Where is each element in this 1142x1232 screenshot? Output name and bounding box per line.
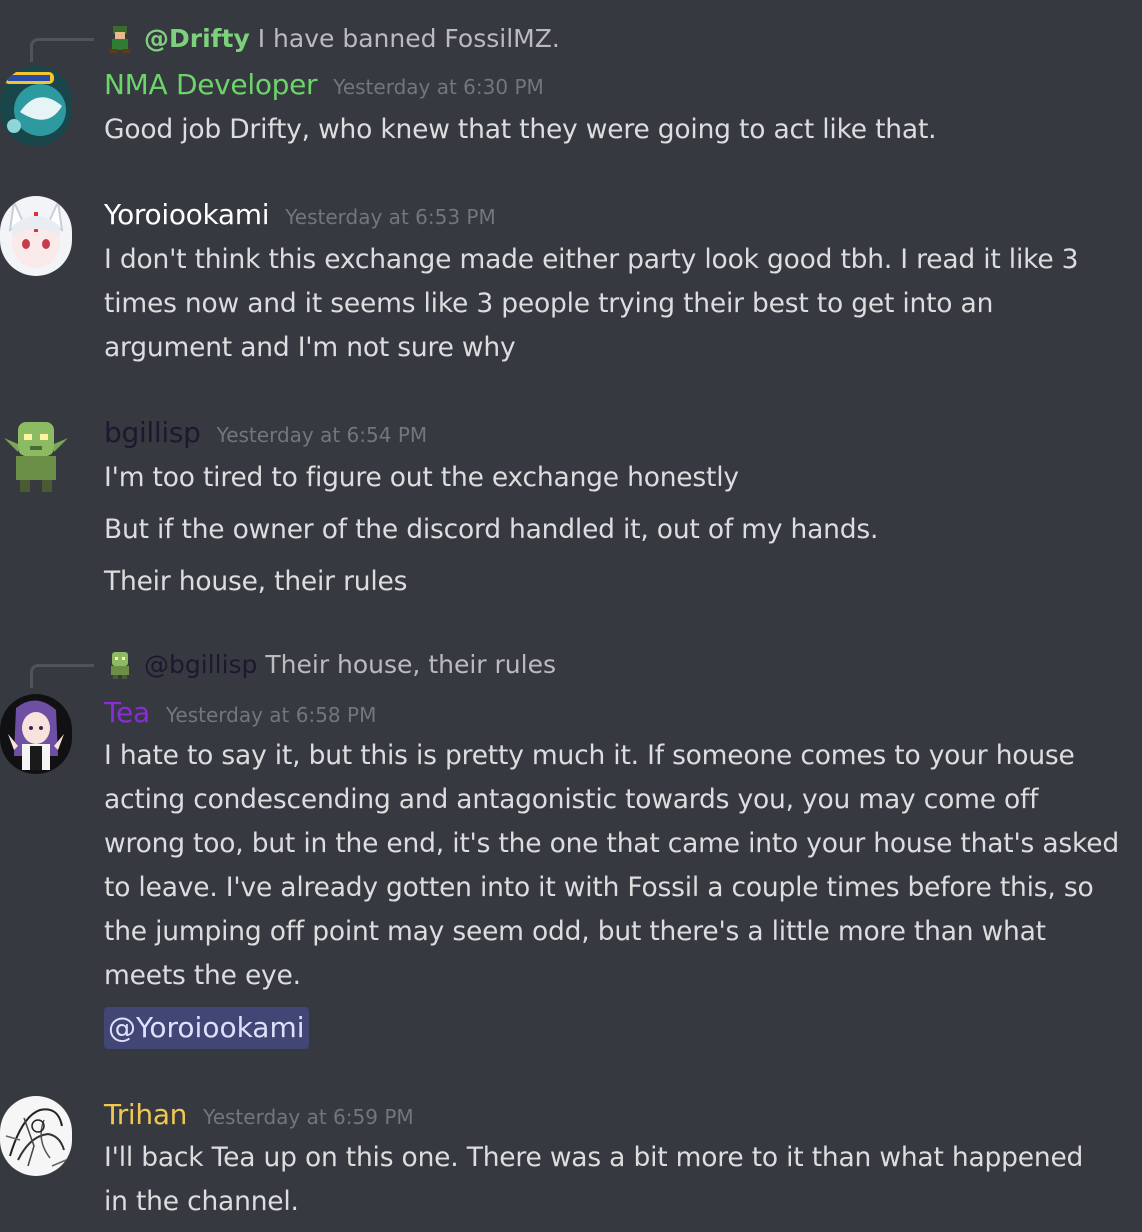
reply-message-text: Their house, their rules [265, 650, 556, 679]
message-text-line: I hate to say it, but this is pretty muc… [104, 740, 1075, 771]
timestamp: Yesterday at 6:53 PM [285, 205, 496, 229]
goblin-avatar-icon[interactable] [0, 416, 72, 496]
wolf-girl-avatar-icon[interactable] [0, 196, 72, 276]
message-text-line: I don't think this exchange made either … [104, 244, 1079, 275]
anime-girl-avatar-icon[interactable] [0, 694, 72, 774]
message-text-line: I'm too tired to figure out the exchange… [104, 462, 739, 493]
pokemon-avatar-icon[interactable] [0, 66, 72, 146]
author-name[interactable]: NMA Developer [104, 68, 318, 101]
message-text-line: I'll back Tea up on this one. There was … [104, 1142, 1084, 1173]
timestamp: Yesterday at 6:54 PM [216, 423, 428, 447]
message-text-line: But if the owner of the discord handled … [104, 514, 879, 545]
author-name[interactable]: Yoroiookami [104, 198, 270, 231]
author-name[interactable]: bgillisp [104, 416, 201, 449]
author-name[interactable]: Tea [104, 696, 150, 729]
message-text: Good job Drifty, who knew that they were… [104, 114, 937, 145]
sketch-avatar-icon[interactable] [0, 1096, 72, 1176]
timestamp: Yesterday at 6:58 PM [165, 703, 377, 727]
message-header: Yoroiookami Yesterday at 6:53 PM [104, 198, 496, 231]
bgillisp-avatar-icon[interactable] [106, 650, 134, 680]
message-header: bgillisp Yesterday at 6:54 PM [104, 416, 427, 449]
message-header: NMA Developer Yesterday at 6:30 PM [104, 68, 544, 101]
message-text-line: Their house, their rules [104, 566, 408, 597]
reply-content: @Drifty I have banned FossilMZ. [144, 20, 560, 58]
message-text-line: wrong too, but in the end, it's the one … [104, 828, 1119, 859]
message-text-line: meets the eye. [104, 960, 301, 991]
user-mention[interactable]: @Yoroiookami [104, 1007, 309, 1049]
reply-message-text: I have banned FossilMZ. [257, 24, 560, 53]
reply-reference[interactable]: @bgillisp Their house, their rules [0, 646, 1142, 688]
message-header: Trihan Yesterday at 6:59 PM [104, 1098, 414, 1131]
timestamp: Yesterday at 6:59 PM [203, 1105, 414, 1129]
message-text-line: argument and I'm not sure why [104, 332, 516, 363]
reply-content: @bgillisp Their house, their rules [144, 646, 556, 684]
reply-username[interactable]: @Drifty [144, 24, 250, 53]
drifty-avatar-icon[interactable] [106, 24, 134, 54]
reply-spine [30, 664, 94, 688]
message-text-line: to leave. I've already gotten into it wi… [104, 872, 1094, 903]
reply-username[interactable]: @bgillisp [144, 650, 257, 679]
message-text-line: times now and it seems like 3 people try… [104, 288, 994, 319]
message-text-line: the jumping off point may seem odd, but … [104, 916, 1046, 947]
message-header: Tea Yesterday at 6:58 PM [104, 696, 376, 729]
message-text-line: in the channel. [104, 1186, 299, 1217]
reply-reference[interactable]: @Drifty I have banned FossilMZ. [0, 20, 1142, 62]
chat-log: @Drifty I have banned FossilMZ. NMA Deve… [0, 0, 1142, 1232]
timestamp: Yesterday at 6:30 PM [333, 75, 544, 99]
reply-spine [30, 38, 94, 62]
author-name[interactable]: Trihan [104, 1098, 187, 1131]
message-text-line: acting condescending and antagonistic to… [104, 784, 1039, 815]
